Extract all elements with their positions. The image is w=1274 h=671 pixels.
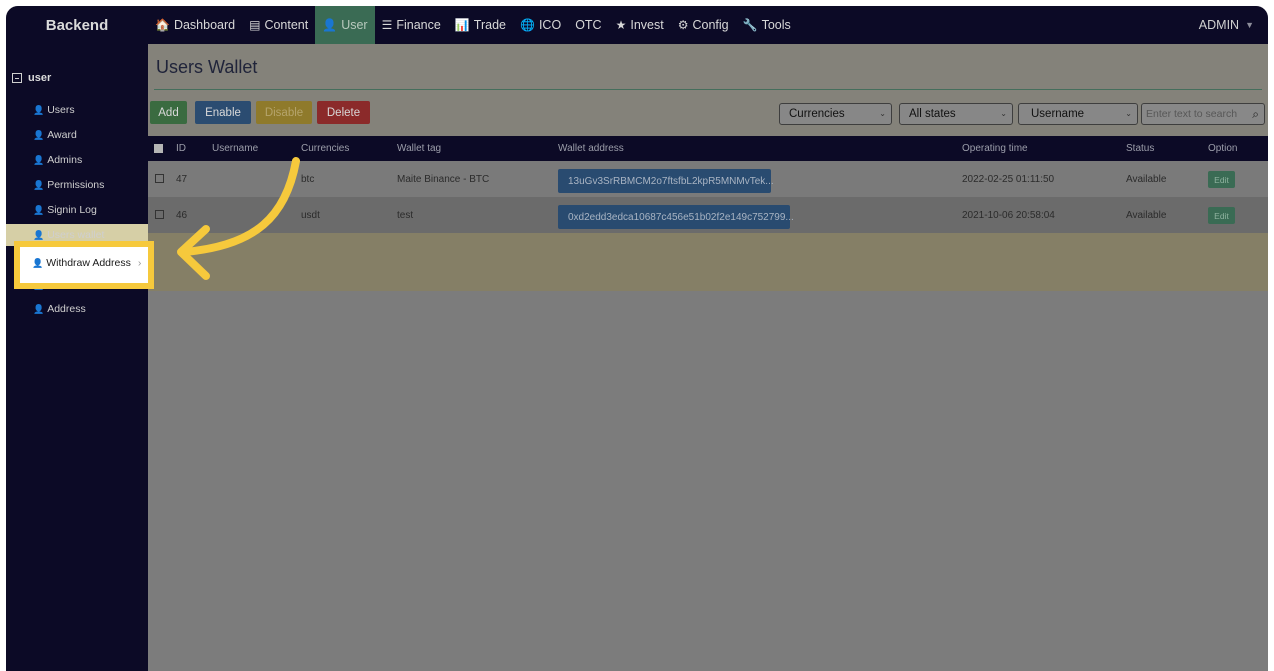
- app-window: Backend 🏠 Dashboard ▤ Content 👤 User ☰ F…: [6, 6, 1268, 671]
- annotation-arrow: [177, 157, 300, 280]
